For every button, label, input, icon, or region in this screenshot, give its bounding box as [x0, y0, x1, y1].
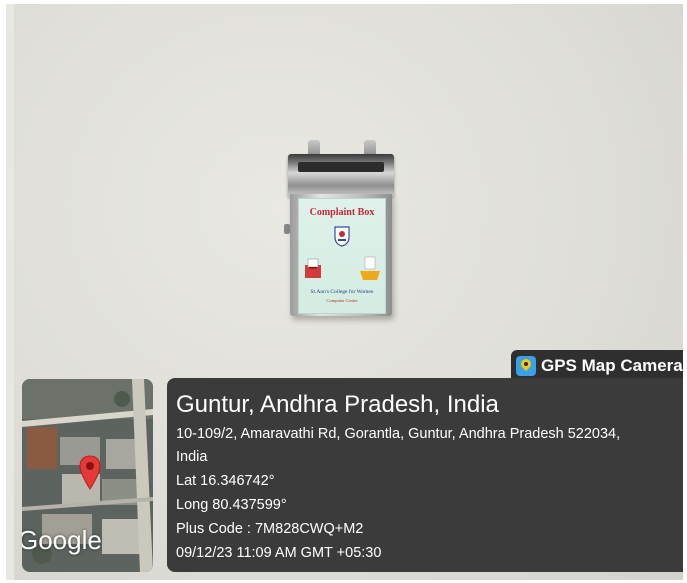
- address-line-1: 10-109/2, Amaravathi Rd, Gorantla, Guntu…: [176, 426, 621, 442]
- gps-map-camera-icon: [516, 356, 536, 376]
- box-body: Complaint Box St.Ann's College for Women…: [290, 194, 392, 316]
- college-emblem-icon: [334, 226, 350, 247]
- app-label: GPS Map Camera: [541, 356, 683, 375]
- letter-tray-icon: [360, 256, 380, 280]
- photo-edge: [6, 4, 14, 580]
- map-pin-icon: [79, 455, 101, 490]
- timestamp-text: 09/12/23 11:09 AM GMT +05:30: [176, 545, 382, 561]
- box-lid: [288, 154, 394, 196]
- google-watermark: Google: [22, 525, 102, 555]
- latitude-text: Lat 16.346742°: [176, 473, 275, 489]
- address-line-2: India: [176, 449, 208, 465]
- longitude-text: Long 80.437599°: [176, 497, 287, 513]
- red-ballot-box-icon: [305, 258, 321, 278]
- complaint-poster: Complaint Box St.Ann's College for Women…: [298, 198, 386, 314]
- map-thumbnail: Google: [22, 379, 153, 572]
- box-slot: [298, 162, 384, 172]
- location-info-panel: Guntur, Andhra Pradesh, India 10-109/2, …: [167, 378, 683, 572]
- location-title: Guntur, Andhra Pradesh, India: [176, 391, 499, 418]
- poster-college-name: St.Ann's College for Women: [310, 289, 374, 295]
- poster-title: Complaint Box: [309, 207, 375, 218]
- poster-subtitle: Computer Center: [326, 298, 358, 303]
- plus-code-text: Plus Code : 7M828CWQ+M2: [176, 521, 364, 537]
- complaint-box: Complaint Box St.Ann's College for Women…: [284, 140, 394, 316]
